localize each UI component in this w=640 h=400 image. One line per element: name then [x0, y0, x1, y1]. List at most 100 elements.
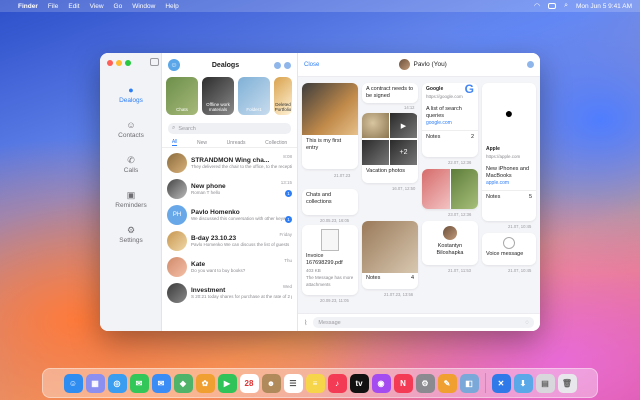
notes-row[interactable]: Notes 5 [482, 190, 536, 203]
zoom-window-button[interactable] [125, 60, 131, 66]
link-url[interactable]: apple.com [486, 180, 532, 187]
folder-offline[interactable]: Offline work materials [202, 77, 234, 115]
apple-logo-icon: ● [504, 105, 514, 121]
close-button[interactable]: Close [304, 62, 319, 68]
sidebar-item-label: Reminders [115, 201, 147, 209]
dock-contacts-icon[interactable]: ☻ [261, 373, 281, 393]
filter-icon[interactable] [274, 61, 281, 69]
sidebar-item-settings[interactable]: ⚙ Settings [100, 217, 162, 251]
menu-edit[interactable]: Edit [68, 3, 79, 10]
dock-music-icon[interactable]: ♪ [327, 373, 347, 393]
dock-calendar-icon[interactable]: 28 [239, 373, 259, 393]
list-item[interactable]: STRANDMON Wing cha... They delivered the … [162, 150, 297, 176]
message-card-photos[interactable] [422, 169, 478, 209]
dock-reminders-icon[interactable]: ☰ [283, 373, 303, 393]
tab-collection[interactable]: Collection [265, 140, 287, 146]
chat-preview: They delivered the chair to the office, … [191, 163, 292, 169]
sidebar-item-label: Dealogs [119, 96, 143, 104]
dock-tv-icon[interactable]: tv [349, 373, 369, 393]
minimize-window-button[interactable] [116, 60, 122, 66]
menu-file[interactable]: File [48, 3, 58, 10]
battery-icon[interactable] [548, 3, 557, 9]
dock-finder-icon[interactable]: ☺ [63, 373, 83, 393]
search-icon[interactable]: ⌕ [564, 2, 568, 10]
dock-system-settings-icon[interactable]: ⚙ [415, 373, 435, 393]
emoji-icon[interactable]: ◌ [525, 320, 529, 326]
tab-unreads[interactable]: Unreads [227, 140, 246, 146]
dock-maps-icon[interactable]: ◆ [173, 373, 193, 393]
notes-label: Notes [486, 194, 501, 200]
notes-row[interactable]: Notes 2 [422, 130, 478, 143]
message-input[interactable]: Message ◌ [313, 317, 534, 328]
list-item[interactable]: B-day 23.10.23 Pavlo Homenko We can discu… [162, 228, 297, 254]
list-item[interactable]: Investment S 20:21 today shares for purch… [162, 280, 297, 306]
menu-app-name[interactable]: Finder [18, 3, 38, 10]
folder-deleted[interactable]: Deleted Portfolio [274, 77, 292, 115]
notes-label: Notes [366, 275, 381, 281]
dock-preview-icon[interactable]: ◧ [459, 373, 479, 393]
dock-mail-icon[interactable]: ✉ [151, 373, 171, 393]
photo-thumbnail [422, 169, 450, 209]
message-placeholder: Message [318, 319, 341, 326]
clock[interactable]: Mon Jun 5 9:41 AM [576, 3, 632, 10]
avatar[interactable]: ☺ [168, 59, 180, 71]
dock-trash-icon[interactable]: 🗑 [557, 373, 577, 393]
attachment-icon[interactable]: ⌇ [304, 319, 307, 327]
avatar[interactable] [399, 59, 411, 70]
message-card-contact[interactable]: Kostantyn Biloshapka [422, 221, 478, 265]
link-url[interactable]: google.com [426, 120, 474, 127]
dock-notes-icon[interactable]: ≡ [305, 373, 325, 393]
sidebar-item-contacts[interactable]: ☺ Contacts [100, 112, 162, 146]
sidebar-item-dealogs[interactable]: ● Dealogs [100, 77, 162, 111]
folder-chats[interactable]: Chats [166, 77, 198, 115]
tab-new[interactable]: New [197, 140, 207, 146]
notes-row[interactable]: Notes 4 [362, 273, 418, 284]
timestamp: 14:12 [404, 105, 415, 110]
list-item[interactable]: PH Pavlo Homenko We discussed this conver… [162, 202, 297, 228]
dock-downloads-icon[interactable]: ⬇ [513, 373, 533, 393]
timestamp: 21.07.23 [334, 173, 351, 178]
dock-launchpad-icon[interactable]: ▦ [85, 373, 105, 393]
menu-help[interactable]: Help [165, 3, 178, 10]
message-card-vacation[interactable]: ▶ +2 Vacation photos [362, 113, 418, 183]
dock-xcode-icon[interactable]: ✕ [491, 373, 511, 393]
sidebar-item-reminders[interactable]: ▣ Reminders [100, 182, 162, 216]
message-card-chats-collections[interactable]: Chats and collections [302, 189, 358, 215]
folder-folder1[interactable]: Folder1 [238, 77, 270, 115]
list-header: ☺ Dealogs [162, 53, 297, 77]
dialog-rows: STRANDMON Wing cha... They delivered the … [162, 148, 297, 306]
dock-facetime-icon[interactable]: ▶ [217, 373, 237, 393]
file-size: 403 KB [306, 268, 321, 273]
menu-view[interactable]: View [90, 3, 104, 10]
sidebar-item-calls[interactable]: ✆ Calls [100, 147, 162, 181]
dock-safari-icon[interactable]: ◎ [107, 373, 127, 393]
menu-go[interactable]: Go [114, 3, 123, 10]
dock-photos-icon[interactable]: ✿ [195, 373, 215, 393]
menu-window[interactable]: Window [132, 3, 155, 10]
list-item[interactable]: Kate Do you want to buy books? Thu [162, 254, 297, 280]
message-card-google[interactable]: Google https://google.com G A list of se… [422, 83, 478, 157]
link-domain: https://google.com [426, 94, 463, 99]
microphone-icon[interactable] [503, 237, 515, 249]
message-card-voice[interactable]: Voice message [482, 233, 536, 265]
message-card-notes[interactable]: Notes 4 [362, 221, 418, 289]
tab-all[interactable]: All [171, 139, 178, 146]
chat-panel: Close Pavlo (You) This is my first entry… [298, 53, 540, 331]
message-card-first-entry[interactable]: This is my first entry [302, 83, 358, 169]
dock-podcasts-icon[interactable]: ◉ [371, 373, 391, 393]
message-card-apple[interactable]: ● Apple https://apple.com New iPhones an… [482, 83, 536, 221]
dock-messages-icon[interactable]: ✉ [129, 373, 149, 393]
photo-thumbnail [362, 113, 389, 138]
compose-icon[interactable] [284, 61, 291, 69]
list-item[interactable]: New phone Roman T hello 13:15 1 [162, 176, 297, 202]
wifi-icon[interactable]: ◠ [534, 2, 540, 10]
search-input[interactable]: ⌕ Search [168, 123, 291, 134]
dock-documents-icon[interactable]: ▤ [535, 373, 555, 393]
info-icon[interactable] [527, 61, 534, 68]
dock-news-icon[interactable]: N [393, 373, 413, 393]
close-window-button[interactable] [107, 60, 113, 66]
sidebar-toggle-icon[interactable] [150, 58, 159, 66]
dock-pages-icon[interactable]: ✎ [437, 373, 457, 393]
message-card-invoice[interactable]: Invoice 167698299.pdf 403 KB The Message… [302, 225, 358, 295]
message-card-contract[interactable]: A contract needs to be signed [362, 83, 418, 103]
